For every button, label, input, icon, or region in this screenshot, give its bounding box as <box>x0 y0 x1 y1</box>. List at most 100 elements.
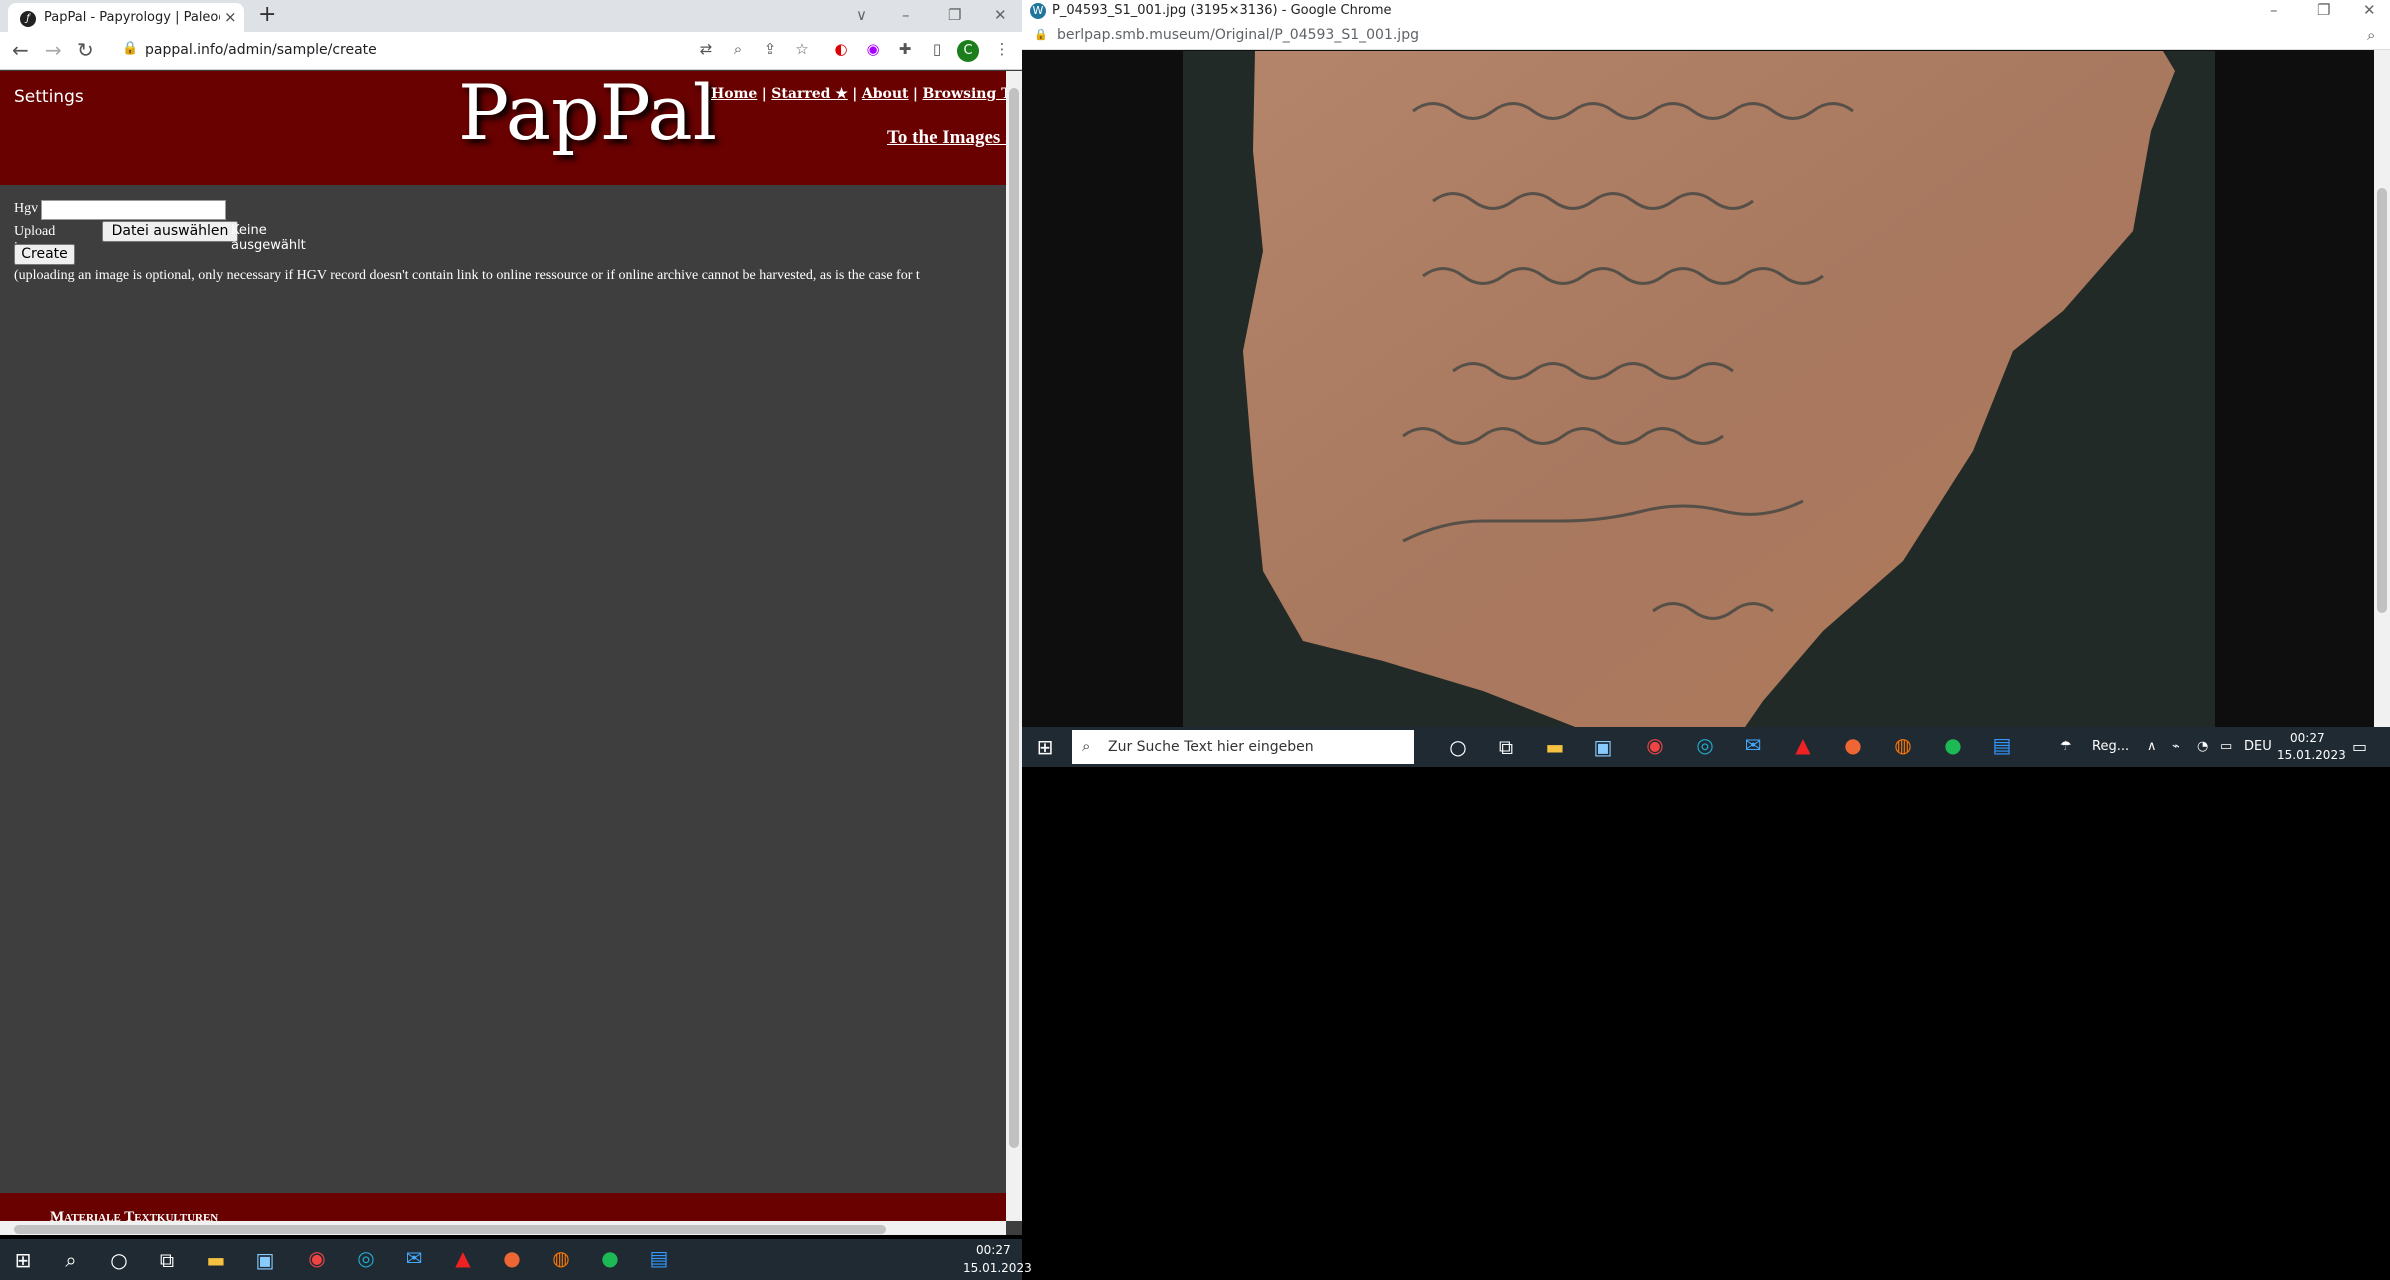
address-bar[interactable]: pappal.info/admin/sample/create <box>145 42 377 58</box>
extension-icon[interactable]: ◐ <box>832 40 850 58</box>
powerpoint-icon[interactable]: ● <box>1830 733 1876 757</box>
acrobat-icon[interactable]: ▲ <box>440 1246 486 1270</box>
hgv-label: Hgv <box>14 201 39 216</box>
powerpoint-icon[interactable]: ● <box>489 1246 535 1270</box>
nav-sep: | <box>912 86 919 102</box>
nav-home[interactable]: Home <box>711 86 757 102</box>
task-view-icon[interactable]: ⧉ <box>1483 735 1529 759</box>
photos-icon[interactable]: ▤ <box>636 1246 682 1270</box>
nav-about[interactable]: About <box>862 86 909 102</box>
nav-sep: | <box>852 86 858 102</box>
side-panel-icon[interactable]: ▯ <box>928 40 946 58</box>
zoom-icon[interactable]: ⌕ <box>729 40 747 58</box>
restore-button[interactable]: ❐ <box>2317 1 2330 19</box>
firefox-icon[interactable]: ◍ <box>1880 733 1926 757</box>
spotify-icon[interactable]: ● <box>587 1246 633 1270</box>
site-footer: Materiale Textkulturen <box>0 1193 1006 1225</box>
notification-icon[interactable]: ▭ <box>2352 737 2367 756</box>
right-browser-window: W P_04593_S1_001.jpg (3195×3136) - Googl… <box>1022 0 2390 767</box>
hgv-input[interactable] <box>41 200 226 220</box>
search-placeholder: Zur Suche Text hier eingeben <box>1108 739 1314 755</box>
nav-sep: | <box>761 86 767 102</box>
battery-icon[interactable]: ▭ <box>2220 739 2232 754</box>
ostracon-image <box>1183 51 2215 730</box>
translate-icon[interactable]: ⇄ <box>697 40 715 58</box>
firefox-icon[interactable]: ◍ <box>538 1246 584 1270</box>
left-browser-window: ƒ PapPal - Papyrology | Paleograph × + ∨… <box>0 0 1022 1235</box>
new-tab-button[interactable]: + <box>258 2 276 27</box>
clock-date[interactable]: 15.01.2023 <box>2277 748 2346 762</box>
restore-button[interactable]: ❐ <box>948 6 961 24</box>
windows-start-icon[interactable]: ⊞ <box>0 1248 46 1272</box>
taskbar: ⊞ ⌕ Zur Suche Text hier eingeben ○ ⧉ ▬ ▣… <box>1022 727 2390 767</box>
cortana-icon[interactable]: ○ <box>1435 735 1481 759</box>
store-icon[interactable]: ▣ <box>242 1248 288 1272</box>
acrobat-icon[interactable]: ▲ <box>1780 733 1826 757</box>
nav-starred[interactable]: Starred ★ <box>771 86 848 102</box>
chrome-icon[interactable]: ◉ <box>1632 733 1678 757</box>
clock-time[interactable]: 00:27 <box>2290 731 2325 745</box>
horizontal-scroll-thumb[interactable] <box>14 1225 886 1234</box>
reload-icon[interactable]: ↻ <box>77 38 94 62</box>
language-indicator[interactable]: DEU <box>2244 739 2272 754</box>
weather-text[interactable]: Reg... <box>2092 739 2129 754</box>
store-icon[interactable]: ▣ <box>1580 735 1626 759</box>
clock-date[interactable]: 15.01.2023 <box>963 1261 1032 1275</box>
menu-icon[interactable]: ⋮ <box>993 40 1011 58</box>
tab-close-icon[interactable]: × <box>224 8 237 26</box>
upload-note: (uploading an image is optional, only ne… <box>14 268 920 283</box>
file-status: Keine ausgewählt <box>231 223 306 253</box>
toolbar: ← → ↻ 🔒 pappal.info/admin/sample/create … <box>0 32 1022 70</box>
weather-icon[interactable]: ☂ <box>2060 739 2072 754</box>
edge-icon[interactable]: ◎ <box>1682 733 1728 757</box>
profile-avatar[interactable]: C <box>957 40 979 62</box>
lock-icon: 🔒 <box>122 41 139 56</box>
extensions-puzzle-icon[interactable]: ✚ <box>896 40 914 58</box>
address-bar[interactable]: berlpap.smb.museum/Original/P_04593_S1_0… <box>1057 27 1419 43</box>
zoom-icon[interactable]: ⌕ <box>2367 26 2375 44</box>
spotify-icon[interactable]: ● <box>1930 733 1976 757</box>
vertical-scroll-thumb[interactable] <box>2377 188 2387 613</box>
edge-icon[interactable]: ◎ <box>343 1246 389 1270</box>
wordpress-icon: W <box>1030 3 1046 19</box>
mail-icon[interactable]: ✉ <box>1730 733 1776 757</box>
pappal-favicon-icon: ƒ <box>20 11 36 27</box>
minimize-button[interactable]: – <box>2270 1 2278 19</box>
bookmark-star-icon[interactable]: ☆ <box>793 40 811 58</box>
wifi-icon[interactable]: ◔ <box>2197 739 2208 754</box>
file-explorer-icon[interactable]: ▬ <box>193 1248 239 1272</box>
cortana-icon[interactable]: ○ <box>96 1248 142 1272</box>
site-header: Settings PapPal Home | Starred ★ | About… <box>0 68 1022 185</box>
tab-pappal[interactable]: ƒ PapPal - Papyrology | Paleograph × <box>8 3 244 32</box>
chrome-icon[interactable]: ◉ <box>294 1246 340 1270</box>
clock-time[interactable]: 00:27 <box>976 1243 1011 1257</box>
address-row: 🔒 berlpap.smb.museum/Original/P_04593_S1… <box>1022 22 2390 50</box>
settings-link[interactable]: Settings <box>14 87 84 107</box>
mail-icon[interactable]: ✉ <box>391 1246 437 1270</box>
windows-start-icon[interactable]: ⊞ <box>1022 735 1068 759</box>
task-view-icon[interactable]: ⧉ <box>144 1248 190 1272</box>
tray-chevron-icon[interactable]: ∧ <box>2147 739 2157 754</box>
file-choose-button[interactable]: Datei auswählen <box>102 221 238 242</box>
minimize-button[interactable]: – <box>902 6 910 24</box>
lock-icon: 🔒 <box>1034 28 1048 41</box>
search-icon: ⌕ <box>1082 737 1091 755</box>
site-logo[interactable]: PapPal <box>458 68 717 157</box>
taskbar: ⊞ ⌕ ○ ⧉ ▬ ▣ ◉ ◎ ✉ ▲ ● ◍ ● ▤ 00:27 15.01.… <box>0 1239 1032 1280</box>
create-button[interactable]: Create <box>14 244 75 265</box>
taskbar-search-box[interactable]: ⌕ Zur Suche Text hier eingeben <box>1072 730 1414 764</box>
close-button[interactable]: ✕ <box>2363 1 2376 19</box>
title-bar: W P_04593_S1_001.jpg (3195×3136) - Googl… <box>1022 0 2390 22</box>
extension-icon[interactable]: ◉ <box>864 40 882 58</box>
search-icon[interactable]: ⌕ <box>48 1248 94 1272</box>
share-icon[interactable]: ⇪ <box>761 40 779 58</box>
back-icon[interactable]: ← <box>12 38 29 62</box>
photos-icon[interactable]: ▤ <box>1979 733 2025 757</box>
forward-icon[interactable]: → <box>45 38 62 62</box>
to-images-link[interactable]: To the Images ... <box>887 127 1019 149</box>
file-explorer-icon[interactable]: ▬ <box>1532 735 1578 759</box>
close-button[interactable]: ✕ <box>994 6 1007 24</box>
network-icon[interactable]: ⌁ <box>2172 739 2180 754</box>
tab-search-icon[interactable]: ∨ <box>856 6 867 24</box>
vertical-scroll-thumb[interactable] <box>1009 88 1019 1148</box>
